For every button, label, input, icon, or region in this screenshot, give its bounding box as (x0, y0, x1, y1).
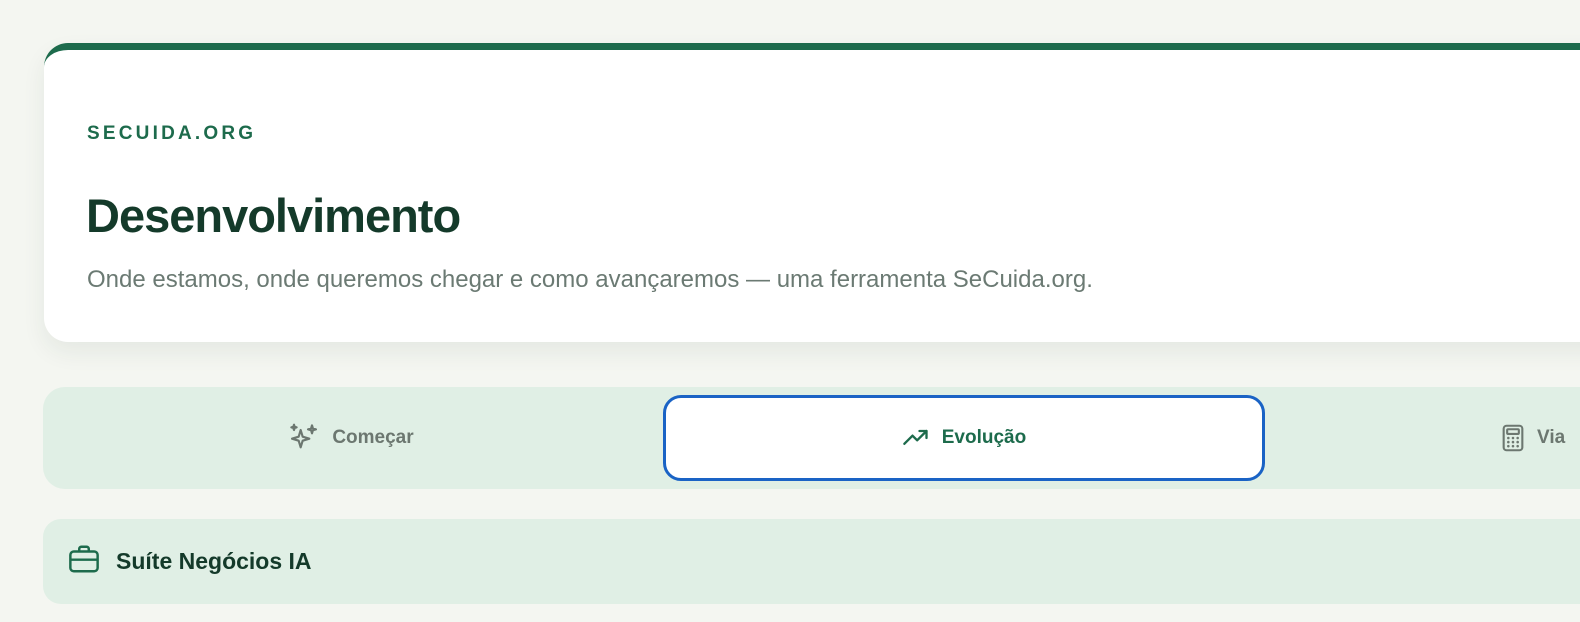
briefcase-icon (67, 544, 101, 579)
header-card: SECUIDA.ORG Desenvolvimento Onde estamos… (44, 43, 1580, 342)
suite-negocios-ia[interactable]: Suíte Negócios IA (43, 519, 1580, 604)
brand-label: SECUIDA.ORG (87, 123, 257, 144)
suite-title: Suíte Negócios IA (116, 548, 312, 574)
tab-evolucao[interactable]: Evolução (663, 395, 1265, 481)
sparkles-icon (288, 422, 320, 454)
tab-comecar[interactable]: Começar (43, 395, 659, 481)
trending-up-icon (902, 424, 930, 452)
tab-comecar-label: Começar (332, 427, 414, 448)
page-subtitle: Onde estamos, onde queremos chegar e com… (87, 266, 1093, 293)
tab-bar: Começar Evolução Via (43, 387, 1580, 489)
tab-viabilidade-label: Via (1537, 427, 1566, 448)
calculator-icon (1501, 424, 1525, 452)
tab-evolucao-label: Evolução (941, 427, 1027, 448)
tab-viabilidade[interactable]: Via (1483, 395, 1580, 481)
page-title: Desenvolvimento (86, 189, 461, 242)
